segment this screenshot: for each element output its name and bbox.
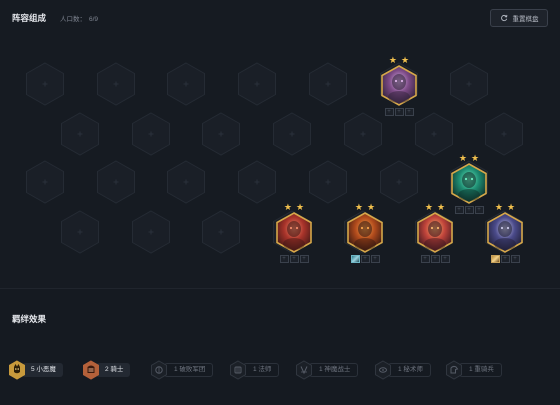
synergy-item[interactable]: 1 重骑兵 <box>445 360 502 380</box>
empty-item-slot[interactable]: + <box>394 108 404 116</box>
synergy-label: 1 破败军团 <box>164 363 214 377</box>
empty-item-slot[interactable]: + <box>510 255 520 263</box>
board-hex-cell[interactable] <box>131 210 171 254</box>
empty-item-slot[interactable]: + <box>360 255 370 263</box>
synergy-label: 1 重骑兵 <box>459 363 502 377</box>
board-hex-cell[interactable] <box>449 62 489 106</box>
empty-item-slot[interactable]: + <box>384 108 394 116</box>
board-hex-cell[interactable] <box>272 112 312 156</box>
star-rating: ★★ <box>283 202 309 212</box>
page-title: 阵容组成 <box>12 13 47 23</box>
board-hex-cell[interactable] <box>343 112 383 156</box>
population-label: 人口数： <box>60 16 86 23</box>
empty-item-slot[interactable]: + <box>404 108 414 116</box>
reset-board-label: 重置棋盘 <box>512 16 539 23</box>
empty-item-slot[interactable]: + <box>279 255 289 263</box>
star-rating: ★★ <box>354 202 380 212</box>
synergy-label: 1 秘术师 <box>388 363 431 377</box>
item-slots: + + + <box>380 108 418 117</box>
empty-item-slot[interactable]: + <box>289 255 299 263</box>
synergy-title: 羁绊效果 <box>12 314 47 324</box>
champion-flame-devil[interactable]: ★★ + + <box>342 203 388 265</box>
star-rating: ★★ <box>458 153 484 163</box>
cavalry-icon <box>445 360 463 380</box>
board-hex-cell[interactable] <box>25 160 65 204</box>
star-rating: ★★ <box>494 202 520 212</box>
empty-item-slot[interactable]: + <box>440 255 450 263</box>
board-hex-cell[interactable] <box>166 62 206 106</box>
board-hex-cell[interactable] <box>308 160 348 204</box>
board-hex-cell[interactable] <box>379 160 419 204</box>
equipped-item-slot[interactable] <box>490 255 500 263</box>
reset-board-button[interactable]: 重置棋盘 <box>490 9 548 27</box>
empty-item-slot[interactable]: + <box>420 255 430 263</box>
star-rating: ★★ <box>424 202 450 212</box>
board-hex-cell[interactable] <box>131 112 171 156</box>
board-hex-cell[interactable] <box>96 160 136 204</box>
synergy-item[interactable]: 2 骑士 <box>82 360 131 380</box>
header-bar: 阵容组成 人口数： 6/9 重置棋盘 <box>0 0 560 34</box>
item-slots: + + + <box>416 255 454 264</box>
empty-item-slot[interactable]: + <box>500 255 510 263</box>
synergy-label: 1 法师 <box>243 363 280 377</box>
warrior-icon <box>295 360 313 380</box>
empty-item-slot[interactable]: + <box>464 206 474 214</box>
board-hex-cell[interactable] <box>201 112 241 156</box>
board-hex-cell[interactable] <box>96 62 136 106</box>
board-hex-cell[interactable] <box>201 210 241 254</box>
knight-icon <box>82 360 100 380</box>
board-hex-cell[interactable] <box>60 112 100 156</box>
mage-icon <box>229 360 247 380</box>
star-rating: ★★ <box>388 55 414 65</box>
synergy-item[interactable]: 1 破败军团 <box>150 360 214 380</box>
champion-dark-knight[interactable]: ★★ + + <box>482 203 528 265</box>
champion-red-knight[interactable]: ★★ + + + <box>271 203 317 265</box>
item-slots: + + + <box>275 255 313 264</box>
item-slots: + + <box>486 255 524 264</box>
board: 阵容组成 人口数： 6/9 重置棋盘 ★★ + + + ★★ + + + ★★ + + + ★★ + + ★★ +… <box>0 0 560 288</box>
synergy-label: 5 小恶魔 <box>22 363 63 377</box>
synergy-label: 1 神魔战士 <box>309 363 359 377</box>
population-counter: 人口数： 6/9 <box>60 13 98 23</box>
board-hex-cell[interactable] <box>166 160 206 204</box>
champion-portrait <box>275 212 313 253</box>
board-hex-cell[interactable] <box>60 210 100 254</box>
champion-portrait <box>416 212 454 253</box>
board-hex-cell[interactable] <box>237 160 277 204</box>
mystic-icon <box>374 360 392 380</box>
synergy-item[interactable]: 1 法师 <box>229 360 280 380</box>
legion-icon <box>150 360 168 380</box>
board-hex-cell[interactable] <box>25 62 65 106</box>
champion-imp-girl[interactable]: ★★ + + + <box>412 203 458 265</box>
refresh-icon <box>500 14 507 22</box>
empty-item-slot[interactable]: + <box>370 255 380 263</box>
item-slots: + + <box>346 255 384 264</box>
empty-item-slot[interactable]: + <box>430 255 440 263</box>
board-hex-cell[interactable] <box>484 112 524 156</box>
champion-violet-mage[interactable]: ★★ + + + <box>376 56 422 118</box>
synergy-panel <box>0 288 560 405</box>
synergy-item[interactable]: 1 秘术师 <box>374 360 431 380</box>
synergy-item[interactable]: 1 神魔战士 <box>295 360 359 380</box>
champion-portrait <box>486 212 524 253</box>
synergy-label: 2 骑士 <box>96 363 131 377</box>
synergy-list: 5 小恶魔 2 骑士 1 破败军团 1 法师 1 神魔战士 1 秘术师 1 重骑兵 <box>8 358 560 384</box>
board-hex-cell[interactable] <box>237 62 277 106</box>
board-hex-cell[interactable] <box>308 62 348 106</box>
champion-portrait <box>380 65 418 106</box>
synergy-item[interactable]: 5 小恶魔 <box>8 360 63 380</box>
champion-portrait <box>450 163 488 204</box>
population-value: 6/9 <box>89 16 99 23</box>
board-hex-cell[interactable] <box>414 112 454 156</box>
empty-item-slot[interactable]: + <box>299 255 309 263</box>
equipped-item-slot[interactable] <box>350 255 360 263</box>
champion-portrait <box>346 212 384 253</box>
imp-icon <box>8 360 26 380</box>
